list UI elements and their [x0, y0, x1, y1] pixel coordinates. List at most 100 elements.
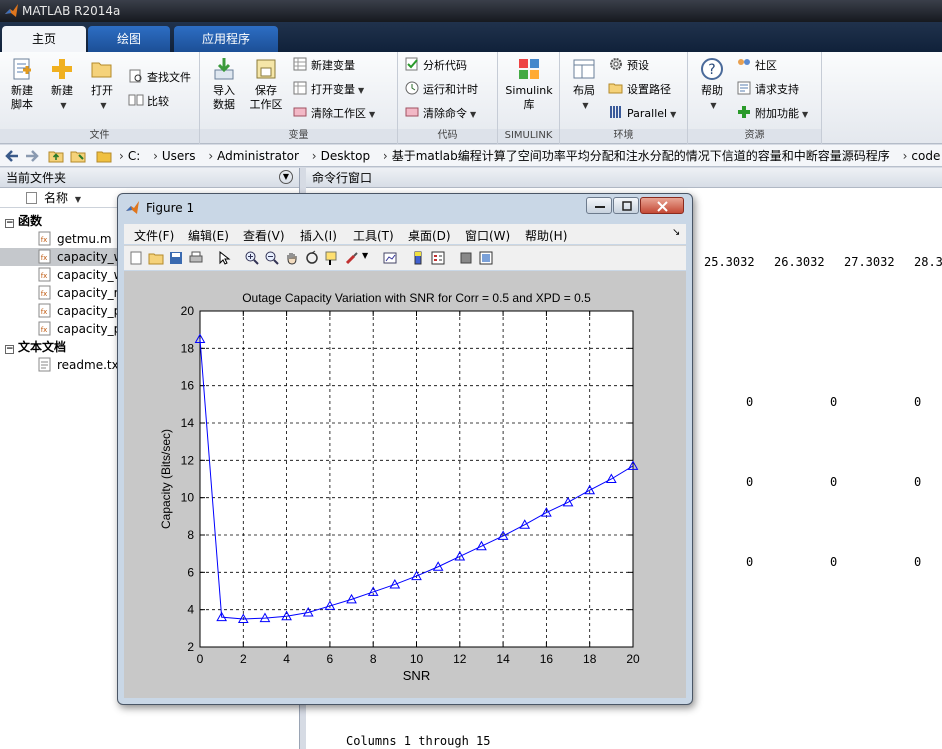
minimize-button[interactable]: [586, 197, 612, 214]
analyze-code-label: 分析代码: [423, 59, 467, 72]
new-script-button[interactable]: 新建 脚本: [0, 56, 44, 112]
breadcrumb-item[interactable]: C:: [128, 149, 140, 163]
menu-edit[interactable]: 编辑(E): [188, 227, 229, 244]
line-chart[interactable]: 0 2 4 6 8 10 12 14 16 18 202468101214161820Outage …: [124, 271, 686, 698]
new-variable-button[interactable]: 新建变量: [292, 56, 355, 76]
chevron-down-icon: ▼: [60, 101, 67, 110]
save-workspace-button[interactable]: 保存 工作区: [244, 56, 288, 112]
back-arrow-icon[interactable]: [4, 148, 20, 164]
brush-icon[interactable]: [344, 250, 360, 266]
x-tick-label: 10: [410, 652, 424, 666]
colorbar-icon[interactable]: [410, 250, 426, 266]
close-icon: [657, 201, 668, 212]
dock-arrow-icon[interactable]: ↘: [672, 227, 680, 238]
matlab-logo-icon: [126, 201, 139, 214]
breadcrumb-item[interactable]: 基于matlab编程计算了空间功率平均分配和注水分配的情况下信道的容量和中断容量…: [392, 149, 890, 163]
show-plot-tools-icon[interactable]: [478, 250, 494, 266]
pointer-icon[interactable]: [216, 250, 232, 266]
menu-desktop[interactable]: 桌面(D): [408, 227, 451, 244]
menu-help[interactable]: 帮助(H): [525, 227, 567, 244]
x-tick-label: 2: [240, 652, 247, 666]
up-folder-icon[interactable]: [48, 148, 64, 164]
run-and-time-button[interactable]: 运行和计时: [404, 80, 478, 100]
open-button[interactable]: 打开 ▼: [80, 56, 124, 113]
collapse-icon[interactable]: −: [5, 345, 14, 354]
menu-file[interactable]: 文件(F): [134, 227, 174, 244]
community-button[interactable]: 社区: [736, 56, 777, 76]
parallel-button[interactable]: Parallel ▼: [608, 104, 676, 124]
menu-insert[interactable]: 插入(I): [300, 227, 337, 244]
pan-hand-icon[interactable]: [284, 250, 300, 266]
file-name: capacity_p: [57, 304, 122, 318]
save-icon[interactable]: [168, 250, 184, 266]
svg-text:fx: fx: [41, 254, 48, 262]
forward-arrow-icon[interactable]: [24, 148, 40, 164]
new-figure-icon[interactable]: [128, 250, 144, 266]
new-button[interactable]: 新建 ▼: [40, 56, 84, 113]
figure-window[interactable]: Figure 1 文件(F) 编辑(E) 查看(V) 插入(I) 工具(T) 桌…: [117, 193, 693, 705]
tab-home[interactable]: 主页: [2, 26, 86, 52]
zoom-in-icon[interactable]: [244, 250, 260, 266]
link-plot-icon[interactable]: [382, 250, 398, 266]
y-tick-label: 20: [181, 304, 195, 318]
tab-apps[interactable]: 应用程序: [174, 26, 278, 52]
hide-plot-tools-icon[interactable]: [458, 250, 474, 266]
run-and-time-label: 运行和计时: [423, 83, 478, 96]
open-variable-label: 打开变量: [311, 83, 355, 96]
add-ons-icon: [738, 106, 750, 118]
eraser-icon: [293, 107, 307, 117]
command-window-header: 命令行窗口: [306, 168, 942, 188]
menu-view[interactable]: 查看(V): [243, 227, 285, 244]
print-icon[interactable]: [188, 250, 204, 266]
clear-workspace-button[interactable]: 清除工作区 ▼: [292, 104, 375, 124]
request-support-button[interactable]: 请求支持: [736, 80, 799, 100]
chevron-down-icon: ▼: [710, 101, 717, 110]
figure-title-bar[interactable]: Figure 1: [118, 194, 692, 222]
data-cursor-icon[interactable]: [324, 250, 340, 266]
breadcrumb-item[interactable]: Administrator: [217, 149, 299, 163]
breadcrumb-item[interactable]: code: [911, 149, 940, 163]
breadcrumb-item[interactable]: Desktop: [321, 149, 371, 163]
menu-window[interactable]: 窗口(W): [465, 227, 510, 244]
find-files-button[interactable]: 查找文件: [128, 68, 191, 88]
zoom-out-icon[interactable]: [264, 250, 280, 266]
maximize-button[interactable]: [613, 197, 639, 214]
new-label: 新建: [51, 84, 73, 97]
output-value: 27.3032: [844, 255, 895, 269]
file-name: getmu.m: [57, 232, 112, 246]
legend-icon[interactable]: [430, 250, 446, 266]
figure-menu-bar: 文件(F) 编辑(E) 查看(V) 插入(I) 工具(T) 桌面(D) 窗口(W…: [124, 224, 686, 244]
checkbox-icon[interactable]: [26, 192, 37, 204]
close-button[interactable]: [640, 197, 684, 214]
preferences-button[interactable]: 预设: [608, 56, 649, 76]
help-button[interactable]: ? 帮助 ▼: [690, 56, 734, 113]
simulink-library-label: Simulink 库: [505, 84, 553, 111]
figure-canvas[interactable]: 0 2 4 6 8 10 12 14 16 18 20 2 4 6 8 10 12 14 16 18 20 Outage …: [124, 271, 686, 698]
import-data-button[interactable]: 导入 数据: [202, 56, 246, 112]
breadcrumb-item[interactable]: Users: [162, 149, 196, 163]
browse-folder-icon[interactable]: [70, 148, 86, 164]
menu-tools[interactable]: 工具(T): [353, 227, 394, 244]
help-label: 帮助: [701, 84, 723, 97]
chevron-down-icon[interactable]: ▼: [362, 251, 368, 260]
output-value: 0: [746, 395, 754, 409]
rotate-3d-icon[interactable]: [304, 250, 320, 266]
output-value: 0: [914, 395, 922, 409]
layout-button[interactable]: 布局 ▼: [562, 56, 606, 113]
analyze-code-button[interactable]: 分析代码: [404, 56, 467, 76]
x-tick-label: 16: [540, 652, 554, 666]
breadcrumb: › C: › Users › Administrator › Desktop › 基于ma…: [119, 149, 941, 163]
tab-plots[interactable]: 绘图: [88, 26, 170, 52]
add-ons-label: 附加功能: [755, 107, 799, 120]
open-variable-button[interactable]: 打开变量 ▼: [292, 80, 364, 100]
simulink-library-button[interactable]: Simulink 库: [502, 56, 556, 112]
y-tick-label: 12: [181, 453, 195, 467]
compare-button[interactable]: 比较: [128, 92, 169, 112]
add-ons-button[interactable]: 附加功能 ▼: [736, 104, 808, 124]
collapse-icon[interactable]: −: [5, 219, 14, 228]
panel-menu-icon[interactable]: ▼: [279, 170, 293, 184]
clear-commands-button[interactable]: 清除命令 ▼: [404, 104, 476, 124]
output-value: 0: [914, 555, 922, 569]
set-path-button[interactable]: 设置路径: [608, 80, 671, 100]
open-file-icon[interactable]: [148, 250, 164, 266]
